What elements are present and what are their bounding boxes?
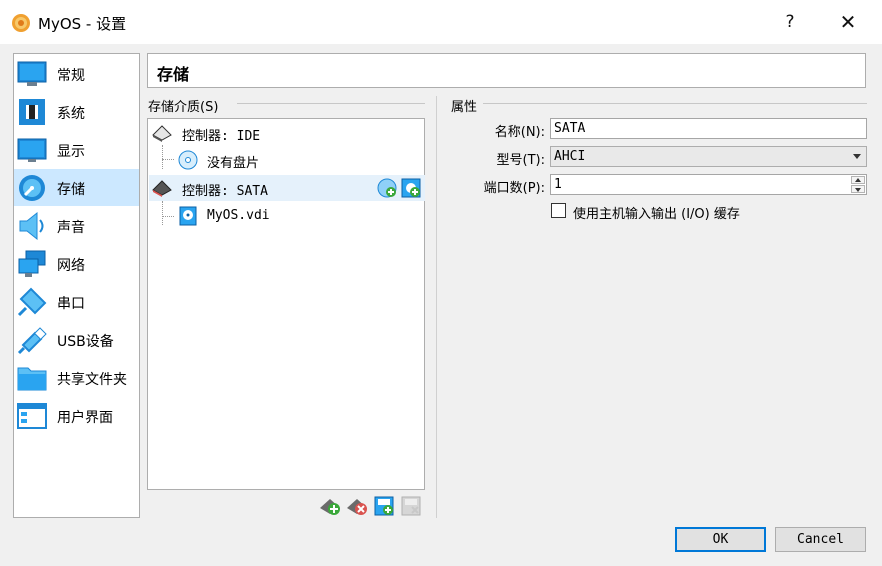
disk-icon bbox=[19, 175, 45, 201]
vertical-separator bbox=[436, 96, 437, 518]
serial-port-icon bbox=[17, 287, 47, 317]
optical-disc-icon bbox=[178, 150, 198, 170]
tree-item-label: MyOS.vdi bbox=[207, 208, 270, 223]
add-controller-icon[interactable] bbox=[319, 495, 341, 517]
sidebar-item-label: 串口 bbox=[57, 296, 85, 312]
page-title: 存储 bbox=[147, 53, 866, 88]
sidebar-item-user-interface[interactable]: 用户界面 bbox=[14, 397, 139, 434]
spin-down-button[interactable] bbox=[851, 185, 865, 193]
chip-icon bbox=[19, 99, 45, 125]
port-count-spinbox[interactable]: 1 bbox=[550, 174, 867, 195]
type-select-value: AHCI bbox=[554, 149, 586, 164]
settings-sidebar: 常规 系统 显示 存储 声音 网络 串口 USB设备 共享文件夹 用户界面 bbox=[13, 53, 140, 518]
attributes-label: 属性 bbox=[451, 100, 478, 115]
sidebar-item-serial[interactable]: 串口 bbox=[14, 283, 139, 320]
sidebar-item-network[interactable]: 网络 bbox=[14, 245, 139, 282]
hard-disk-icon bbox=[179, 206, 197, 226]
sidebar-item-audio[interactable]: 声音 bbox=[14, 207, 139, 244]
window-title: MyOS - 设置 bbox=[38, 15, 127, 33]
sidebar-item-label: 共享文件夹 bbox=[57, 372, 127, 388]
monitor-icon bbox=[17, 61, 47, 86]
tree-item-label: 控制器: IDE bbox=[182, 129, 261, 144]
sidebar-item-label: 系统 bbox=[57, 106, 85, 122]
sidebar-item-general[interactable]: 常规 bbox=[14, 55, 139, 92]
storage-media-divider bbox=[237, 103, 425, 104]
gear-sun-icon bbox=[12, 14, 30, 32]
sidebar-item-label: 网络 bbox=[57, 258, 85, 274]
add-optical-drive-icon[interactable] bbox=[377, 178, 397, 198]
sidebar-item-label: USB设备 bbox=[57, 334, 114, 350]
name-field[interactable]: SATA bbox=[550, 118, 867, 139]
sidebar-item-display[interactable]: 显示 bbox=[14, 131, 139, 168]
remove-controller-icon[interactable] bbox=[346, 495, 368, 517]
host-io-cache-label: 使用主机输入输出 (I/O) 缓存 bbox=[573, 207, 740, 222]
page-title-text: 存储 bbox=[157, 65, 190, 84]
tree-item-label: 控制器: SATA bbox=[182, 184, 268, 199]
add-attachment-icon[interactable] bbox=[373, 495, 395, 517]
spin-buttons bbox=[851, 176, 865, 193]
chevron-down-icon bbox=[853, 154, 861, 159]
port-count-value: 1 bbox=[554, 177, 562, 192]
sidebar-item-label: 显示 bbox=[57, 144, 85, 160]
sidebar-item-label: 存储 bbox=[57, 182, 85, 198]
usb-icon bbox=[17, 327, 47, 355]
ok-button[interactable]: OK bbox=[675, 527, 766, 552]
port-count-label: 端口数(P): bbox=[483, 181, 545, 196]
cancel-button[interactable]: Cancel bbox=[775, 527, 866, 552]
controller-ide-icon bbox=[152, 125, 172, 142]
storage-tree[interactable]: 控制器: IDE 没有盘片 控制器: SATA MyOS.vdi bbox=[147, 118, 425, 490]
display-icon bbox=[17, 138, 47, 162]
close-button[interactable]: ✕ bbox=[834, 10, 862, 34]
speaker-icon bbox=[19, 211, 44, 241]
network-icon bbox=[18, 250, 46, 277]
sidebar-item-storage[interactable]: 存储 bbox=[14, 169, 139, 206]
tree-item-sata-controller[interactable]: 控制器: SATA bbox=[149, 175, 425, 201]
sidebar-item-label: 声音 bbox=[57, 220, 85, 236]
attributes-divider bbox=[483, 103, 867, 104]
storage-media-label: 存储介质(S) bbox=[148, 100, 219, 115]
sidebar-item-system[interactable]: 系统 bbox=[14, 93, 139, 130]
remove-attachment-icon[interactable] bbox=[400, 495, 422, 517]
title-bar: MyOS - 设置 ? ✕ bbox=[0, 0, 882, 44]
name-label: 名称(N): bbox=[494, 125, 545, 140]
sidebar-item-shared-folders[interactable]: 共享文件夹 bbox=[14, 359, 139, 396]
folder-icon bbox=[17, 367, 47, 391]
help-button[interactable]: ? bbox=[776, 10, 804, 34]
window-ui-icon bbox=[17, 403, 47, 429]
tree-item-label: 没有盘片 bbox=[207, 156, 260, 171]
tree-item-ide-controller[interactable]: 控制器: IDE bbox=[149, 120, 425, 146]
sidebar-item-label: 常规 bbox=[57, 68, 85, 84]
host-io-cache-checkbox[interactable] bbox=[551, 203, 566, 218]
tree-item-empty-optical[interactable]: 没有盘片 bbox=[149, 147, 425, 173]
sidebar-item-usb[interactable]: USB设备 bbox=[14, 321, 139, 358]
type-select[interactable]: AHCI bbox=[550, 146, 867, 167]
sidebar-item-label: 用户界面 bbox=[57, 410, 113, 426]
add-hard-disk-icon[interactable] bbox=[401, 178, 421, 198]
spin-up-button[interactable] bbox=[851, 176, 865, 184]
controller-sata-icon bbox=[152, 180, 172, 197]
tree-item-vdi-disk[interactable]: MyOS.vdi bbox=[149, 203, 425, 229]
type-label: 型号(T): bbox=[496, 153, 545, 168]
